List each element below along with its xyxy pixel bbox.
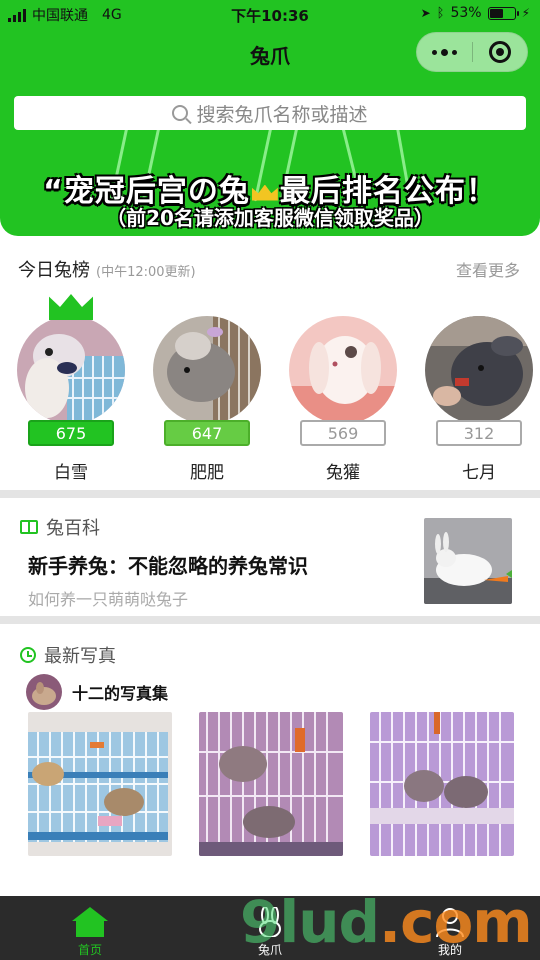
close-miniprogram-button[interactable]: [472, 41, 527, 63]
miniprogram-capsule: [416, 32, 528, 72]
location-icon: ➤: [420, 6, 431, 20]
vote-score: 675: [28, 420, 114, 446]
photo-thumbnail[interactable]: [199, 712, 343, 856]
latest-photos-title: 最新写真: [44, 646, 116, 667]
banner[interactable]: 搜索兔爪名称或描述 “宠冠后宫の兔 最后排名公布！ （前20名请添加客服微信领取奖…: [0, 82, 540, 236]
photo-grid: [28, 712, 514, 856]
article-subtitle: 如何养一只萌萌哒兔子: [28, 590, 189, 609]
album-header[interactable]: 十二的写真集: [26, 674, 168, 710]
rabbit-avatar: [17, 316, 125, 424]
search-placeholder: 搜索兔爪名称或描述: [196, 103, 368, 126]
more-menu-button[interactable]: [417, 48, 472, 56]
target-icon: [488, 41, 511, 63]
nav-bar: 兔爪: [0, 28, 540, 82]
banner-subheadline: （前20名请添加客服微信领取奖品）: [106, 206, 434, 230]
tab-profile[interactable]: 我的: [360, 896, 540, 960]
vote-score: 312: [436, 420, 522, 446]
crown-icon: [251, 184, 278, 201]
bluetooth-icon: ᛒ: [436, 5, 445, 21]
rabbit-avatar: [289, 316, 397, 424]
vote-score: 647: [164, 420, 250, 446]
rabbit-avatar: [425, 316, 533, 424]
battery-percent: 53%: [450, 5, 482, 21]
section-divider: [0, 616, 540, 624]
article-thumbnail: [424, 518, 512, 604]
article-headline: 新手养兔：不能忽略的养兔常识: [28, 554, 308, 578]
ranking-section: 今日兔榜 (中午12:00更新) 查看更多 675 白雪 647 肥肥 569 …: [0, 236, 540, 490]
photo-thumbnail[interactable]: [370, 712, 514, 856]
view-more-link[interactable]: 查看更多: [456, 257, 520, 281]
ranking-list: 675 白雪 647 肥肥 569 兔獾 312 七月: [0, 294, 540, 483]
book-icon: [20, 520, 38, 534]
rabbit-name: 白雪: [54, 463, 88, 483]
rabbit-name: 兔獾: [326, 463, 360, 483]
search-icon: [172, 105, 189, 121]
home-icon: [72, 907, 108, 937]
rabbit-name: 七月: [462, 463, 496, 483]
tab-label: 我的: [437, 943, 462, 957]
photo-thumbnail[interactable]: [28, 712, 172, 856]
album-name: 十二的写真集: [72, 684, 169, 703]
rank-item[interactable]: 675 白雪: [10, 294, 132, 483]
charging-icon: ⚡: [521, 6, 530, 20]
latest-photos-section: 最新写真 十二的写真集: [0, 626, 540, 896]
tab-label: 兔爪: [257, 943, 282, 957]
tab-rabbit[interactable]: 兔爪: [180, 896, 360, 960]
encyclopedia-card[interactable]: 兔百科 新手养兔：不能忽略的养兔常识 如何养一只萌萌哒兔子: [0, 498, 540, 616]
tab-bar: 首页 兔爪 我的: [0, 896, 540, 960]
tab-label: 首页: [77, 943, 102, 957]
section-divider: [0, 490, 540, 498]
ranking-update-note: (中午12:00更新): [96, 265, 196, 280]
crown-icon: [49, 294, 93, 320]
user-icon: [436, 908, 464, 937]
avatar: [26, 674, 62, 710]
rabbit-icon: [259, 907, 281, 937]
rank-item[interactable]: 647 肥肥: [146, 308, 268, 483]
rank-item[interactable]: 569 兔獾: [282, 308, 404, 483]
encyclopedia-title: 兔百科: [46, 518, 100, 539]
search-input[interactable]: 搜索兔爪名称或描述: [14, 96, 526, 130]
battery-icon: [487, 6, 519, 20]
tab-home[interactable]: 首页: [0, 896, 180, 960]
rank-item[interactable]: 312 七月: [418, 308, 540, 483]
clock-icon: [20, 647, 36, 663]
vote-score: 569: [300, 420, 386, 446]
ranking-title: 今日兔榜: [18, 260, 90, 281]
status-bar: 中国联通 4G 下午10:36 ➤ ᛒ 53% ⚡: [0, 0, 540, 28]
rabbit-name: 肥肥: [190, 463, 224, 483]
rabbit-avatar: [153, 316, 261, 424]
